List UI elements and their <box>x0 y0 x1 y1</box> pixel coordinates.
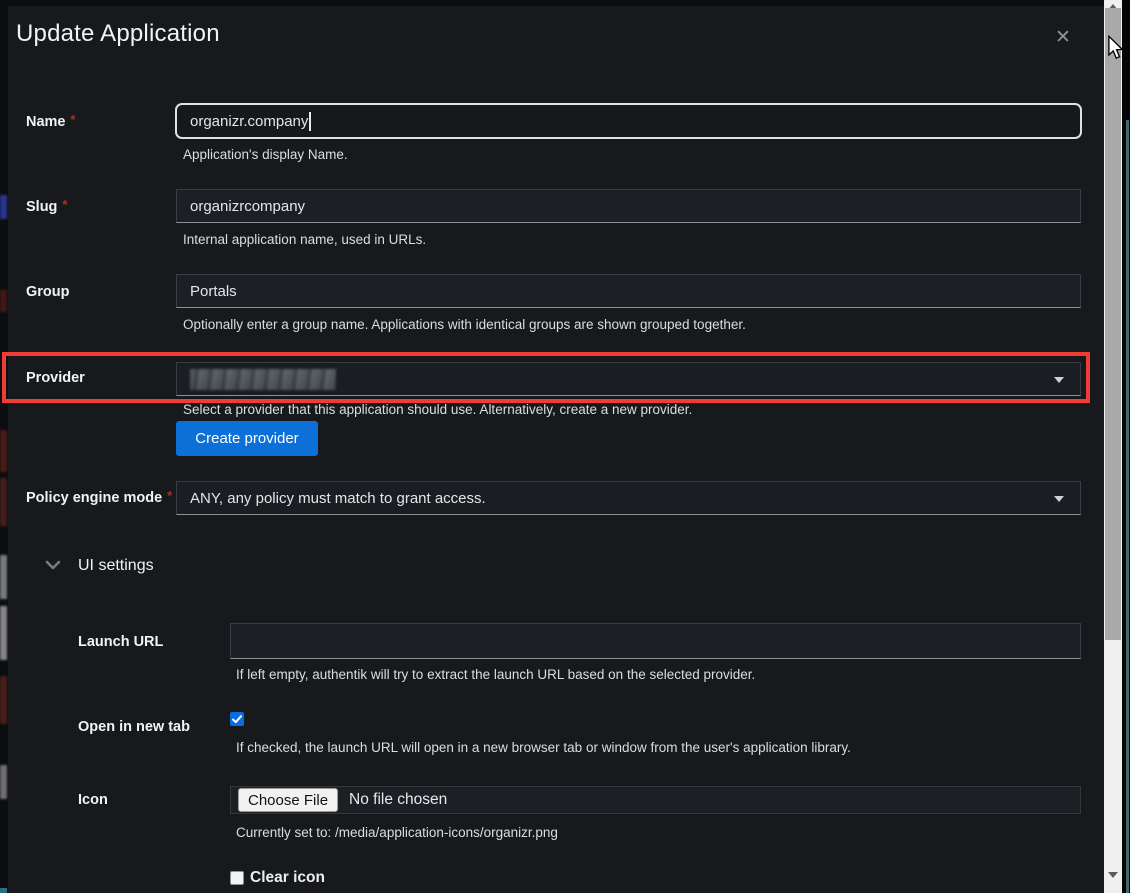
background-fragment <box>0 195 7 219</box>
close-icon[interactable]: ✕ <box>1050 25 1076 51</box>
name-field-label: Name* <box>26 114 76 130</box>
background-fragment <box>0 606 7 660</box>
required-asterisk: * <box>62 197 67 212</box>
provider-field-label: Provider <box>26 370 85 386</box>
background-fragment <box>0 478 7 526</box>
icon-file-input[interactable]: Choose File No file chosen <box>230 786 1081 814</box>
provider-helper-text: Select a provider that this application … <box>183 402 692 417</box>
clear-icon-label: Clear icon <box>250 869 325 887</box>
group-field-label: Group <box>26 284 70 300</box>
scrollbar-down-arrow-icon[interactable] <box>1108 872 1118 878</box>
open-in-new-tab-checkbox[interactable] <box>230 712 244 726</box>
required-asterisk: * <box>71 112 76 127</box>
background-fragment <box>0 676 7 724</box>
background-fragment <box>0 430 7 472</box>
required-asterisk: * <box>167 488 172 503</box>
name-helper-text: Application's display Name. <box>183 147 348 162</box>
caret-down-icon <box>1054 496 1064 502</box>
launch-url-label: Launch URL <box>78 634 163 650</box>
name-input[interactable]: organizr.company <box>175 103 1082 139</box>
window-right-edge-accent <box>1126 120 1129 893</box>
redacted-provider-value <box>190 369 336 390</box>
check-icon <box>232 715 242 724</box>
open-in-new-tab-helper-text: If checked, the launch URL will open in … <box>236 740 851 755</box>
launch-url-helper-text: If left empty, authentik will try to ext… <box>236 667 755 682</box>
policy-engine-mode-select[interactable]: ANY, any policy must match to grant acce… <box>176 481 1081 515</box>
open-in-new-tab-label: Open in new tab <box>78 719 190 735</box>
launch-url-input[interactable] <box>230 623 1081 659</box>
provider-select[interactable] <box>176 362 1081 396</box>
choose-file-button[interactable]: Choose File <box>238 788 338 812</box>
group-input[interactable]: Portals <box>176 274 1081 308</box>
file-chosen-status: No file chosen <box>349 791 447 809</box>
caret-down-icon <box>1054 377 1064 383</box>
group-helper-text: Optionally enter a group name. Applicati… <box>183 317 746 332</box>
background-page-left-edge <box>0 0 8 893</box>
background-fragment <box>0 290 7 312</box>
mouse-cursor-icon <box>1107 35 1124 65</box>
create-provider-button[interactable]: Create provider <box>176 421 318 456</box>
update-application-modal <box>8 6 1104 893</box>
slug-field-label: Slug* <box>26 199 67 215</box>
policy-engine-mode-label: Policy engine mode* <box>26 490 172 506</box>
background-fragment <box>0 765 7 799</box>
slug-helper-text: Internal application name, used in URLs. <box>183 232 426 247</box>
slug-input[interactable]: organizrcompany <box>176 189 1081 223</box>
clear-icon-checkbox[interactable] <box>230 871 244 885</box>
icon-helper-text: Currently set to: /media/application-ico… <box>236 825 558 840</box>
text-cursor <box>309 112 311 131</box>
scrollbar-thumb[interactable] <box>1105 8 1121 640</box>
ui-settings-section-header[interactable]: UI settings <box>78 557 154 575</box>
chevron-down-icon[interactable] <box>45 560 59 569</box>
icon-field-label: Icon <box>78 792 108 808</box>
screen: Update Application ✕ Name* organizr.comp… <box>0 0 1130 893</box>
background-fragment <box>0 555 7 599</box>
modal-title: Update Application <box>16 20 220 48</box>
